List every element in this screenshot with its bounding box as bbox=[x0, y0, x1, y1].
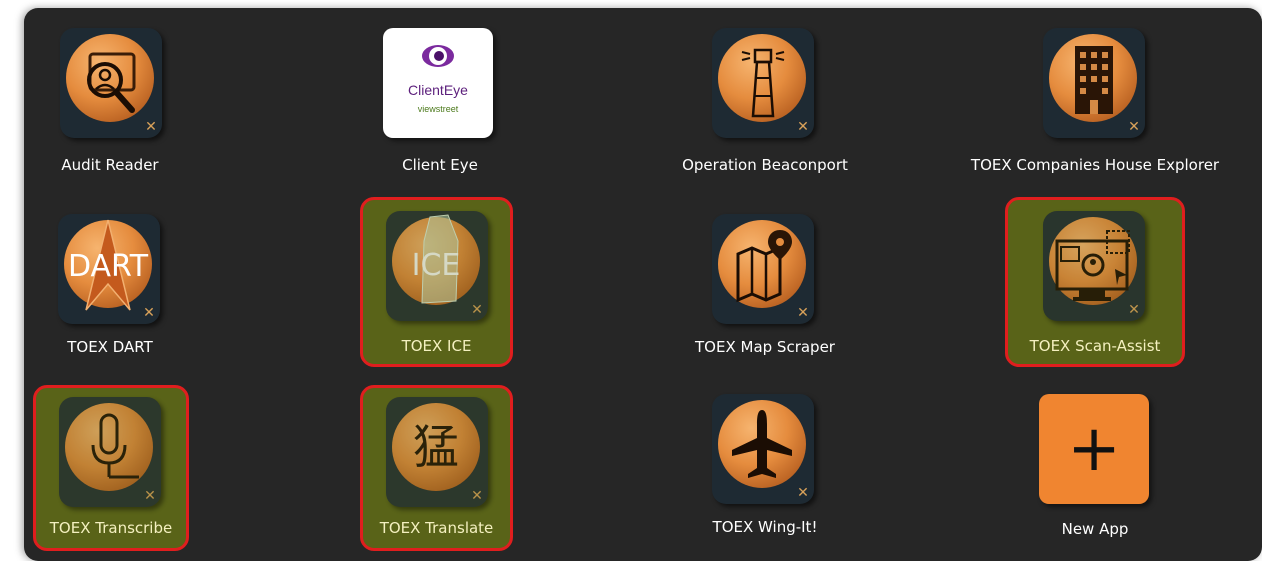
ice-icon: ICE ✕ bbox=[386, 211, 488, 321]
client-eye-sub: viewstreet bbox=[417, 104, 459, 114]
app-label: TOEX Scan-Assist bbox=[1029, 337, 1161, 355]
app-tile-translate[interactable]: 猛 ✕ TOEX Translate bbox=[360, 385, 513, 551]
app-label: TOEX ICE bbox=[401, 337, 472, 355]
app-label: New App bbox=[1061, 520, 1129, 538]
app-label: Client Eye bbox=[402, 156, 478, 174]
client-eye-brand-suffix: Eye bbox=[443, 82, 468, 98]
dart-icon-text: DART bbox=[68, 249, 149, 284]
app-tile-map-scraper[interactable]: ✕ TOEX Map Scraper bbox=[660, 210, 870, 360]
app-tile-wing-it[interactable]: ✕ TOEX Wing-It! bbox=[660, 390, 870, 540]
app-label: TOEX DART bbox=[67, 338, 153, 356]
app-label: TOEX Map Scraper bbox=[695, 338, 835, 356]
plus-icon[interactable]: + bbox=[1039, 394, 1149, 504]
audit-reader-icon: ✕ bbox=[60, 28, 162, 138]
client-eye-icon: ClientEye viewstreet bbox=[383, 28, 493, 138]
app-label: TOEX Translate bbox=[379, 519, 494, 537]
ice-icon-text: ICE bbox=[412, 248, 461, 283]
app-tile-new-app[interactable]: + New App bbox=[1020, 394, 1170, 544]
lighthouse-icon: ✕ bbox=[712, 28, 814, 138]
app-label: Audit Reader bbox=[61, 156, 159, 174]
app-tile-audit-reader[interactable]: ✕ Audit Reader bbox=[50, 28, 170, 178]
scan-assist-icon: ✕ bbox=[1043, 211, 1145, 321]
app-tile-transcribe[interactable]: ✕ TOEX Transcribe bbox=[33, 385, 189, 551]
building-icon: ✕ bbox=[1043, 28, 1145, 138]
translate-icon-glyph: 猛 bbox=[413, 420, 459, 474]
app-label: TOEX Companies House Explorer bbox=[970, 156, 1220, 174]
dart-icon: DART ✕ bbox=[58, 214, 160, 324]
microphone-icon: ✕ bbox=[59, 397, 161, 507]
app-label: TOEX Transcribe bbox=[49, 519, 173, 537]
app-label: Operation Beaconport bbox=[682, 156, 848, 174]
airplane-icon: ✕ bbox=[712, 394, 814, 504]
app-tile-toex-ice[interactable]: ICE ✕ TOEX ICE bbox=[360, 197, 513, 367]
app-tile-toex-dart[interactable]: DART ✕ TOEX DART bbox=[40, 210, 180, 360]
app-tile-operation-beaconport[interactable]: ✕ Operation Beaconport bbox=[660, 28, 870, 178]
client-eye-brand: Client bbox=[408, 82, 444, 98]
map-pin-icon: ✕ bbox=[712, 214, 814, 324]
app-tile-client-eye[interactable]: ClientEye viewstreet Client Eye bbox=[370, 28, 510, 178]
translate-icon: 猛 ✕ bbox=[386, 397, 488, 507]
app-label: TOEX Wing-It! bbox=[712, 518, 818, 536]
app-tile-scan-assist[interactable]: ✕ TOEX Scan-Assist bbox=[1005, 197, 1185, 367]
app-tile-companies-house-explorer[interactable]: ✕ TOEX Companies House Explorer bbox=[945, 28, 1245, 178]
